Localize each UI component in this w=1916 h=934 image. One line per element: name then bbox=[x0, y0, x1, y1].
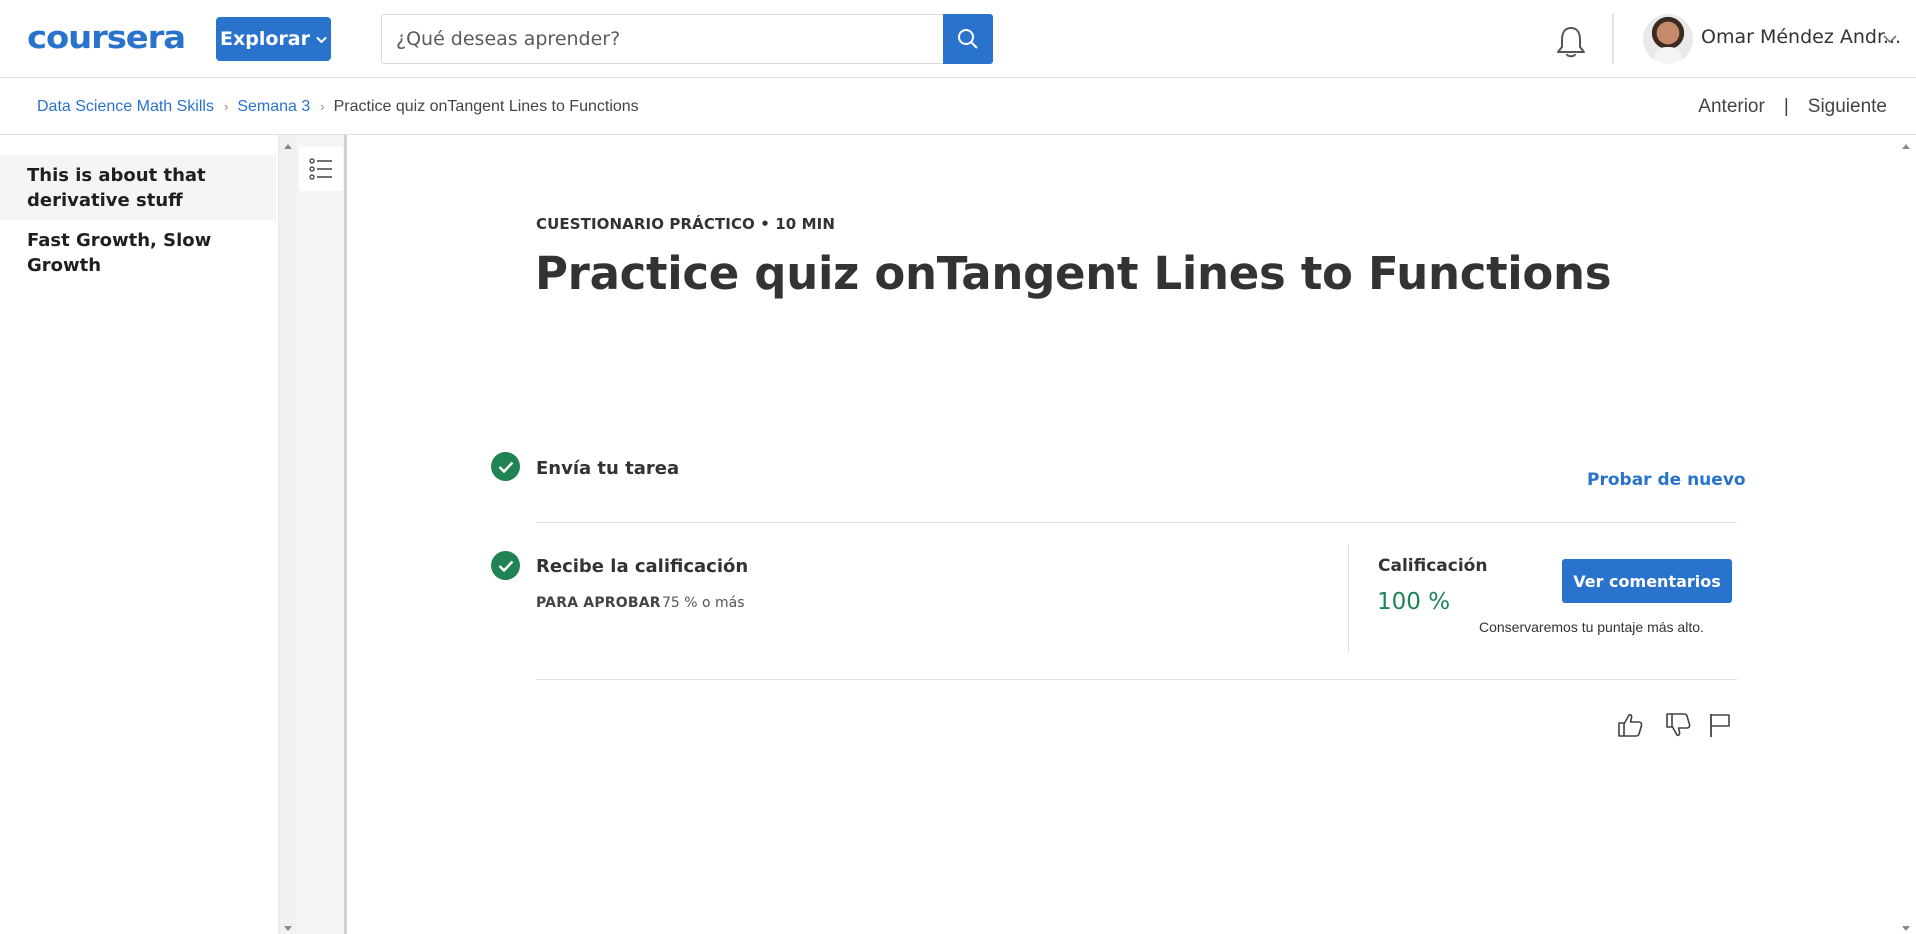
chevron-down-icon bbox=[316, 36, 327, 44]
chevron-down-icon[interactable] bbox=[1883, 32, 1897, 46]
scroll-down-arrow-icon[interactable] bbox=[284, 926, 292, 931]
search-input[interactable] bbox=[381, 14, 944, 64]
list-icon bbox=[309, 158, 332, 180]
chevron-right-icon: › bbox=[223, 99, 229, 114]
breadcrumb-bar: Data Science Math Skills › Semana 3 › Pr… bbox=[0, 78, 1916, 135]
svg-text:coursera: coursera bbox=[27, 21, 185, 55]
previous-link[interactable]: Anterior bbox=[1698, 96, 1765, 118]
highest-score-note: Conservaremos tu puntaje más alto. bbox=[1479, 619, 1704, 635]
main-content: CUESTIONARIO PRÁCTICO • 10 MIN Practice … bbox=[350, 135, 1896, 934]
grade-value: 100 % bbox=[1377, 589, 1451, 615]
user-name[interactable]: Omar Méndez Andr... bbox=[1701, 26, 1901, 48]
check-circle-icon bbox=[491, 452, 520, 481]
pass-threshold-value: 75 % o más bbox=[662, 595, 745, 611]
main-scrollbar[interactable] bbox=[1896, 135, 1916, 934]
breadcrumb: Data Science Math Skills › Semana 3 › Pr… bbox=[37, 78, 639, 135]
thumbs-up-icon[interactable] bbox=[1616, 711, 1644, 739]
chevron-right-icon: › bbox=[320, 99, 325, 114]
top-header: coursera Explorar Omar Méndez Andr... bbox=[0, 0, 1916, 78]
sidebar-item-label: This is about that derivative stuff bbox=[27, 165, 206, 211]
scroll-up-arrow-icon[interactable] bbox=[1902, 144, 1910, 149]
divider bbox=[536, 679, 1737, 680]
flag-icon[interactable] bbox=[1706, 711, 1734, 739]
toolstrip bbox=[297, 135, 347, 934]
item-navigation: Anterior | Siguiente bbox=[1698, 78, 1887, 135]
submit-step-title: Envía tu tarea bbox=[536, 458, 680, 479]
explore-label: Explorar bbox=[220, 28, 310, 50]
scroll-down-arrow-icon[interactable] bbox=[1902, 926, 1910, 931]
sidebar-item-derivative[interactable]: This is about that derivative stuff bbox=[0, 155, 276, 220]
avatar[interactable] bbox=[1643, 14, 1693, 64]
search-button[interactable] bbox=[943, 14, 993, 64]
lesson-sidebar: This is about that derivative stuff Fast… bbox=[0, 135, 278, 934]
nav-divider: | bbox=[1783, 95, 1789, 117]
coursera-logo[interactable]: coursera bbox=[27, 21, 187, 55]
breadcrumb-current: Practice quiz onTangent Lines to Functio… bbox=[333, 97, 639, 115]
breadcrumb-week[interactable]: Semana 3 bbox=[237, 98, 310, 116]
grade-label: Calificación bbox=[1378, 556, 1488, 576]
page-title: Practice quiz onTangent Lines to Functio… bbox=[535, 247, 1612, 300]
grade-step-title: Recibe la calificación bbox=[536, 556, 749, 577]
view-feedback-button[interactable]: Ver comentarios bbox=[1562, 559, 1732, 603]
item-type-label: CUESTIONARIO PRÁCTICO • 10 MIN bbox=[536, 215, 835, 233]
header-divider bbox=[1612, 14, 1614, 64]
check-circle-icon bbox=[491, 551, 520, 580]
thumbs-down-icon[interactable] bbox=[1664, 711, 1692, 739]
sidebar-scrollbar[interactable] bbox=[278, 135, 297, 934]
divider bbox=[536, 522, 1737, 523]
toc-toggle-button[interactable] bbox=[299, 147, 343, 191]
breadcrumb-course[interactable]: Data Science Math Skills bbox=[37, 98, 214, 116]
search-icon bbox=[958, 29, 978, 49]
scroll-up-arrow-icon[interactable] bbox=[284, 144, 292, 149]
bell-icon[interactable] bbox=[1555, 25, 1587, 59]
retry-button[interactable]: Probar de nuevo bbox=[1587, 470, 1746, 490]
grade-divider bbox=[1348, 544, 1349, 654]
next-link[interactable]: Siguiente bbox=[1808, 96, 1887, 118]
sidebar-item-label: Fast Growth, Slow Growth bbox=[27, 230, 212, 276]
sidebar-item-fast-growth[interactable]: Fast Growth, Slow Growth bbox=[0, 228, 276, 278]
explore-button[interactable]: Explorar bbox=[216, 17, 331, 61]
pass-threshold-label: PARA APROBAR bbox=[536, 595, 661, 611]
